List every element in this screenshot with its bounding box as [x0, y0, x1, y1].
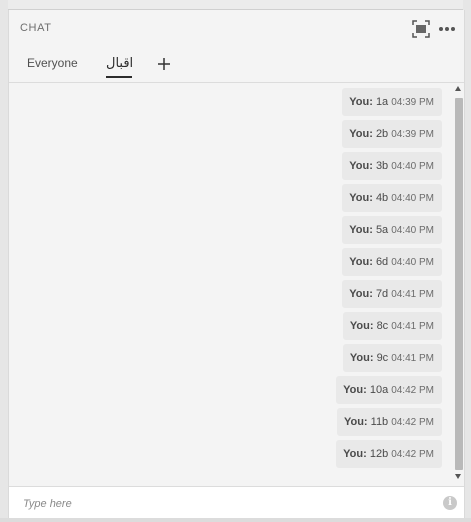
message-text: 12b — [369, 448, 389, 460]
tab-everyone[interactable]: Everyone — [27, 55, 78, 80]
message-sender: You: — [343, 416, 368, 428]
message-timestamp: 04:40 PM — [391, 193, 434, 204]
message-list[interactable]: You: 1a 04:39 PM You: 2b 04:39 PM You: 3b 04:… — [9, 83, 453, 485]
chat-message: You: 9c 04:41 PM — [342, 344, 442, 372]
chat-message: You: 12b 04:42 PM — [336, 440, 442, 468]
message-scrollbar[interactable] — [453, 83, 464, 485]
panel-title: CHAT — [20, 22, 52, 34]
message-timestamp: 04:42 PM — [391, 417, 434, 428]
chat-message: You: 2b 04:39 PM — [342, 120, 442, 148]
chat-message: You: 3b 04:40 PM — [342, 152, 442, 180]
message-sender: You: — [349, 256, 373, 268]
message-text: 4b — [375, 192, 389, 204]
chat-message: You: 1a 04:39 PM — [342, 88, 442, 116]
message-text: 3b — [375, 160, 389, 172]
message-sender: You: — [349, 320, 374, 332]
message-text: 11b — [370, 416, 389, 428]
chat-message: You: 7d 04:41 PM — [342, 280, 442, 308]
message-timestamp: 04:40 PM — [391, 225, 434, 236]
chat-message: You: 8c 04:41 PM — [342, 312, 442, 340]
bottom-strip — [0, 518, 471, 522]
message-sender: You: — [343, 448, 367, 460]
app-window: CHAT Everyone اقبال You: 1a 04:39 PM You… — [0, 0, 471, 522]
scroll-down-arrow-icon[interactable] — [455, 474, 461, 479]
message-timestamp: 04:40 PM — [391, 161, 434, 172]
message-text: 5a — [375, 224, 389, 236]
message-sender: You: — [349, 224, 373, 236]
message-timestamp: 04:41 PM — [391, 353, 434, 364]
message-text: 7d — [375, 288, 389, 300]
message-input[interactable] — [21, 492, 425, 516]
info-icon[interactable]: i — [443, 496, 457, 510]
message-sender: You: — [349, 288, 373, 300]
more-options-button[interactable] — [437, 19, 457, 39]
scroll-thumb[interactable] — [455, 98, 463, 470]
message-text: 8c — [376, 320, 389, 332]
message-text: 6d — [375, 256, 389, 268]
message-timestamp: 04:41 PM — [391, 321, 434, 332]
message-timestamp: 04:39 PM — [391, 97, 434, 108]
chat-panel: CHAT Everyone اقبال You: 1a 04:39 PM You… — [8, 10, 465, 519]
message-sender: You: — [343, 384, 367, 396]
message-text: 1a — [375, 96, 389, 108]
top-strip — [8, 0, 463, 10]
active-tab-underline — [106, 76, 132, 78]
message-text: 9c — [376, 352, 389, 364]
message-sender: You: — [349, 96, 373, 108]
message-sender: You: — [349, 128, 373, 140]
add-tab-button[interactable] — [155, 55, 173, 73]
tab-bar: Everyone اقبال — [9, 46, 464, 83]
maximize-icon — [412, 20, 430, 38]
message-timestamp: 04:42 PM — [391, 449, 434, 460]
message-sender: You: — [349, 160, 373, 172]
composer-bar: i — [9, 486, 464, 519]
chat-message: You: 4b 04:40 PM — [342, 184, 442, 212]
message-timestamp: 04:42 PM — [391, 385, 434, 396]
scroll-up-arrow-icon[interactable] — [455, 86, 461, 91]
message-sender: You: — [349, 192, 373, 204]
message-sender: You: — [349, 352, 374, 364]
chat-message: You: 6d 04:40 PM — [342, 248, 442, 276]
message-text: 10a — [369, 384, 389, 396]
chat-header: CHAT — [9, 10, 464, 46]
plus-icon — [158, 58, 170, 70]
maximize-button[interactable] — [411, 19, 431, 39]
chat-message: You: 10a 04:42 PM — [336, 376, 442, 404]
chat-message: You: 5a 04:40 PM — [342, 216, 442, 244]
chat-message: You: 11b 04:42 PM — [336, 408, 442, 436]
more-options-icon — [439, 27, 455, 31]
message-timestamp: 04:41 PM — [391, 289, 434, 300]
message-timestamp: 04:40 PM — [391, 257, 434, 268]
message-timestamp: 04:39 PM — [391, 129, 434, 140]
message-text: 2b — [375, 128, 389, 140]
